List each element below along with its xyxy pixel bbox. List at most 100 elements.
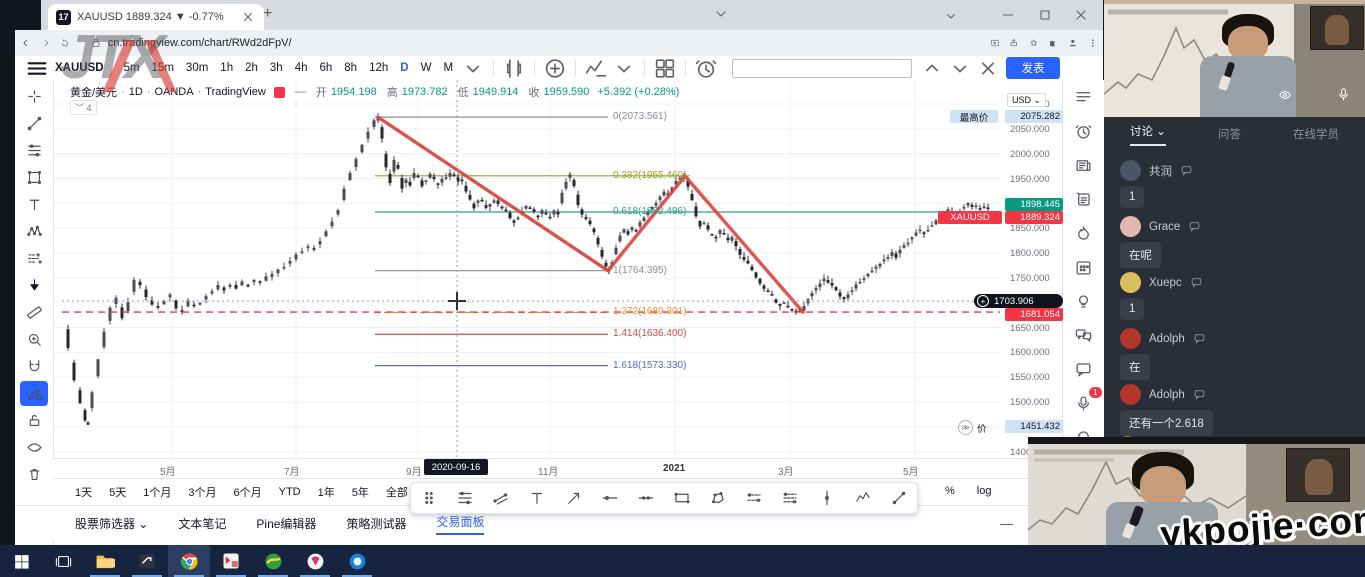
ruler-icon[interactable] [20, 300, 48, 325]
alert-clock-icon[interactable] [692, 56, 720, 81]
app-pink-cards[interactable] [294, 545, 336, 577]
chart-area[interactable]: 0(2073.561)0.382(1955.460)0.618(1882.496… [15, 80, 1062, 458]
tab-Pine编辑器[interactable]: Pine编辑器 [256, 515, 316, 532]
calendar-icon[interactable] [1071, 256, 1097, 279]
alarm-icon[interactable] [1071, 120, 1097, 143]
address-bar[interactable]: cn.tradingview.com/chart/RWd2dFpV/ [80, 34, 860, 53]
polyline-icon[interactable] [709, 489, 727, 507]
range-3个月[interactable]: 3个月 [188, 484, 216, 500]
hide-drawings-icon[interactable] [20, 435, 48, 460]
arrow-tool-icon[interactable] [565, 489, 583, 507]
range-1个月[interactable]: 1个月 [143, 484, 171, 500]
avatar[interactable] [1120, 160, 1141, 181]
indicators-dropdown-icon[interactable] [610, 56, 638, 81]
toolbar-search-input[interactable] [732, 59, 912, 78]
avatar[interactable] [1120, 272, 1141, 293]
viewers-eye-icon[interactable] [1276, 88, 1294, 102]
range-6个月[interactable]: 6个月 [234, 484, 262, 500]
mic-toggle-icon[interactable] [1336, 86, 1351, 103]
symbol-button[interactable]: XAUUSD [55, 62, 104, 74]
indicators-icon[interactable] [582, 56, 610, 81]
chat-icon[interactable] [1071, 358, 1097, 381]
file-explorer-app[interactable] [84, 545, 126, 577]
lock-all-icon[interactable] [20, 408, 48, 433]
range-YTD[interactable]: YTD [279, 486, 301, 498]
timeframe-M[interactable]: M [437, 62, 459, 74]
trend-segment-icon[interactable] [890, 489, 908, 507]
trend-line-icon[interactable] [20, 111, 48, 136]
tab-文本笔记[interactable]: 文本笔记 [178, 515, 226, 532]
reply-bubble-icon[interactable] [1193, 388, 1206, 401]
chrome-app[interactable] [168, 545, 210, 577]
magnet-icon[interactable] [20, 354, 48, 379]
public-chats-icon[interactable] [1071, 324, 1097, 347]
pattern-b-icon[interactable] [781, 489, 799, 507]
student-view-video-window[interactable]: ykpojie·com [1028, 437, 1365, 545]
avatar[interactable] [1120, 384, 1141, 405]
bookmark-star-icon[interactable] [1029, 35, 1039, 51]
xabcd-pattern-icon[interactable] [20, 219, 48, 244]
browser-menu-icon[interactable] [1088, 35, 1098, 51]
media-control-icon[interactable] [990, 35, 1000, 51]
reply-bubble-icon[interactable] [1180, 164, 1193, 177]
timeframe-3h[interactable]: 3h [264, 62, 289, 74]
timeframe-5m[interactable]: 5m [118, 62, 146, 74]
close-window-icon[interactable] [1073, 7, 1089, 23]
publish-button[interactable]: 发表 [1006, 57, 1060, 79]
trading-app-red[interactable] [210, 545, 252, 577]
reply-bubble-icon[interactable] [1190, 276, 1203, 289]
legend-collapse-icon[interactable]: — [295, 86, 306, 98]
layout-grid-icon[interactable] [651, 56, 679, 81]
pitchfork-icon[interactable] [492, 489, 510, 507]
news-icon[interactable] [1071, 154, 1097, 177]
hotlist-icon[interactable] [1071, 222, 1097, 245]
fib-lines-icon[interactable] [456, 489, 474, 507]
chat-tab-在线学员[interactable]: 在线学员 [1293, 126, 1339, 142]
tab-交易面板[interactable]: 交易面板 [436, 513, 484, 535]
reply-bubble-icon[interactable] [1188, 220, 1201, 233]
extended-line-icon[interactable] [637, 489, 655, 507]
capture-tool-app[interactable] [126, 545, 168, 577]
compare-icon[interactable] [541, 56, 569, 81]
timeframe-2h[interactable]: 2h [239, 62, 264, 74]
chat-tab-问答[interactable]: 问答 [1218, 126, 1241, 142]
timeframe-15m[interactable]: 15m [146, 62, 180, 74]
expand-icon[interactable]: ≫ [958, 420, 973, 435]
range-1年[interactable]: 1年 [318, 484, 335, 500]
range-1天[interactable]: 1天 [75, 484, 92, 500]
vertical-line-icon[interactable] [818, 489, 836, 507]
search-close-icon[interactable] [974, 56, 1002, 81]
watchlist-icon[interactable] [1071, 86, 1097, 109]
panel-minimize-icon[interactable]: — [1000, 516, 1013, 531]
timeframe-dropdown-icon[interactable] [459, 56, 487, 81]
pattern-a-icon[interactable] [745, 489, 763, 507]
maximize-window-icon[interactable] [1037, 7, 1053, 23]
text-icon[interactable] [528, 489, 546, 507]
search-prev-icon[interactable] [918, 56, 946, 81]
notes-icon[interactable] [1071, 188, 1097, 211]
currency-dropdown[interactable]: USD ⌄ [1007, 93, 1046, 107]
log-scale-button[interactable]: log [977, 485, 992, 497]
remove-drawings-icon[interactable] [20, 462, 48, 487]
timeframe-8h[interactable]: 8h [338, 62, 363, 74]
rectangle-icon[interactable] [673, 489, 691, 507]
forecast-icon[interactable] [20, 246, 48, 271]
timeframe-12h[interactable]: 12h [363, 62, 394, 74]
app-green-sphere[interactable] [252, 545, 294, 577]
avatar[interactable] [1120, 216, 1141, 237]
new-tab-button[interactable]: + [263, 5, 272, 23]
tab-close-icon[interactable] [240, 9, 256, 25]
tab-股票筛选器[interactable]: 股票筛选器 ⌄ [75, 515, 148, 532]
app-blue-circle[interactable] [336, 545, 378, 577]
start-button[interactable] [0, 545, 42, 577]
timeframe-1h[interactable]: 1h [214, 62, 239, 74]
zigzag-icon[interactable] [854, 489, 872, 507]
zoom-in-icon[interactable] [20, 327, 48, 352]
reply-bubble-icon[interactable] [1193, 332, 1206, 345]
profile-avatar-icon[interactable] [1068, 35, 1078, 51]
streams-icon[interactable]: 1 [1071, 392, 1097, 415]
tv-menu-icon[interactable] [23, 56, 51, 81]
fib-retracement-icon[interactable] [20, 138, 48, 163]
text-tool-icon[interactable] [20, 192, 48, 217]
search-next-icon[interactable] [946, 56, 974, 81]
